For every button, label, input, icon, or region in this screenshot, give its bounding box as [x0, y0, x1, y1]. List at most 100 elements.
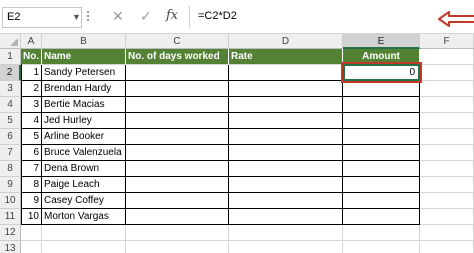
cell-b3[interactable]: Brendan Hardy: [42, 81, 126, 97]
cell-e9[interactable]: [343, 177, 420, 193]
row-header-9[interactable]: 9: [0, 177, 21, 193]
cell-a7[interactable]: 6: [21, 145, 42, 161]
formula-input[interactable]: =C2*D2: [191, 7, 474, 28]
cell-a2[interactable]: 1: [21, 65, 42, 81]
cell-f6[interactable]: [420, 129, 474, 145]
cell-b8[interactable]: Dena Brown: [42, 161, 126, 177]
cell-b4[interactable]: Bertie Macias: [42, 97, 126, 113]
select-all-button[interactable]: [0, 34, 21, 49]
cell-f8[interactable]: [420, 161, 474, 177]
cell-d11[interactable]: [229, 209, 343, 225]
cell-a8[interactable]: 7: [21, 161, 42, 177]
cell-d3[interactable]: [229, 81, 343, 97]
column-header-c[interactable]: C: [126, 34, 229, 49]
cell-b9[interactable]: Paige Leach: [42, 177, 126, 193]
cell-e5[interactable]: [343, 113, 420, 129]
cell-c3[interactable]: [126, 81, 229, 97]
cell-f1[interactable]: [420, 49, 474, 65]
column-header-f[interactable]: F: [420, 34, 474, 49]
cell-c4[interactable]: [126, 97, 229, 113]
cell-c6[interactable]: [126, 129, 229, 145]
cell-f5[interactable]: [420, 113, 474, 129]
column-header-d[interactable]: D: [229, 34, 343, 49]
cell-b5[interactable]: Jed Hurley: [42, 113, 126, 129]
cell-f13[interactable]: [420, 241, 474, 253]
cell-c9[interactable]: [126, 177, 229, 193]
cell-c2[interactable]: [126, 65, 229, 81]
cell-a11[interactable]: 10: [21, 209, 42, 225]
cell-d12[interactable]: [229, 225, 343, 241]
cell-c13[interactable]: [126, 241, 229, 253]
cell-a12[interactable]: [21, 225, 42, 241]
chevron-down-icon[interactable]: ▼: [72, 12, 81, 22]
cell-d1[interactable]: Rate: [229, 49, 343, 65]
cell-c1[interactable]: No. of days worked: [126, 49, 229, 65]
cancel-icon[interactable]: ✕: [112, 8, 124, 24]
row-header-1[interactable]: 1: [0, 49, 21, 65]
cell-d13[interactable]: [229, 241, 343, 253]
cell-f7[interactable]: [420, 145, 474, 161]
cell-e11[interactable]: [343, 209, 420, 225]
cell-b6[interactable]: Arline Booker: [42, 129, 126, 145]
more-icon[interactable]: [86, 9, 91, 25]
cell-f4[interactable]: [420, 97, 474, 113]
cell-e8[interactable]: [343, 161, 420, 177]
spreadsheet-grid[interactable]: ABCDEF 1 2 3 4 5 6 7 8 9 10 11 12 13 No. Name No. of d…: [0, 34, 474, 253]
cell-b10[interactable]: Casey Coffey: [42, 193, 126, 209]
cell-e7[interactable]: [343, 145, 420, 161]
row-header-13[interactable]: 13: [0, 241, 21, 253]
cell-e6[interactable]: [343, 129, 420, 145]
cell-a9[interactable]: 8: [21, 177, 42, 193]
name-box[interactable]: E2 ▼: [2, 7, 82, 28]
row-header-5[interactable]: 5: [0, 113, 21, 129]
cell-e12[interactable]: [343, 225, 420, 241]
column-header-b[interactable]: B: [42, 34, 126, 49]
cell-a1[interactable]: No.: [21, 49, 42, 65]
cell-d7[interactable]: [229, 145, 343, 161]
row-header-2[interactable]: 2: [0, 65, 21, 81]
row-header-6[interactable]: 6: [0, 129, 21, 145]
cell-c12[interactable]: [126, 225, 229, 241]
cell-d6[interactable]: [229, 129, 343, 145]
cell-c7[interactable]: [126, 145, 229, 161]
cell-f10[interactable]: [420, 193, 474, 209]
row-header-7[interactable]: 7: [0, 145, 21, 161]
column-header-e[interactable]: E: [343, 34, 420, 49]
cell-b13[interactable]: [42, 241, 126, 253]
cell-f9[interactable]: [420, 177, 474, 193]
cell-b7[interactable]: Bruce Valenzuela: [42, 145, 126, 161]
cell-c5[interactable]: [126, 113, 229, 129]
cell-b11[interactable]: Morton Vargas: [42, 209, 126, 225]
cell-b2[interactable]: Sandy Petersen: [42, 65, 126, 81]
cell-c11[interactable]: [126, 209, 229, 225]
cell-d8[interactable]: [229, 161, 343, 177]
cell-a4[interactable]: 3: [21, 97, 42, 113]
row-header-4[interactable]: 4: [0, 97, 21, 113]
insert-function-icon[interactable]: fx: [166, 8, 178, 24]
cell-f12[interactable]: [420, 225, 474, 241]
cell-d4[interactable]: [229, 97, 343, 113]
row-header-11[interactable]: 11: [0, 209, 21, 225]
cell-f3[interactable]: [420, 81, 474, 97]
cell-b1[interactable]: Name: [42, 49, 126, 65]
cell-e4[interactable]: [343, 97, 420, 113]
cell-a3[interactable]: 2: [21, 81, 42, 97]
cell-e13[interactable]: [343, 241, 420, 253]
cell-d5[interactable]: [229, 113, 343, 129]
cell-d10[interactable]: [229, 193, 343, 209]
enter-icon[interactable]: ✓: [140, 8, 152, 24]
row-header-8[interactable]: 8: [0, 161, 21, 177]
cell-e10[interactable]: [343, 193, 420, 209]
cell-e3[interactable]: [343, 81, 420, 97]
cell-a10[interactable]: 9: [21, 193, 42, 209]
cell-a6[interactable]: 5: [21, 129, 42, 145]
cell-c8[interactable]: [126, 161, 229, 177]
cell-d9[interactable]: [229, 177, 343, 193]
cell-f2[interactable]: [420, 65, 474, 81]
cell-b12[interactable]: [42, 225, 126, 241]
row-header-12[interactable]: 12: [0, 225, 21, 241]
cell-c10[interactable]: [126, 193, 229, 209]
cell-f11[interactable]: [420, 209, 474, 225]
cell-a5[interactable]: 4: [21, 113, 42, 129]
row-header-10[interactable]: 10: [0, 193, 21, 209]
